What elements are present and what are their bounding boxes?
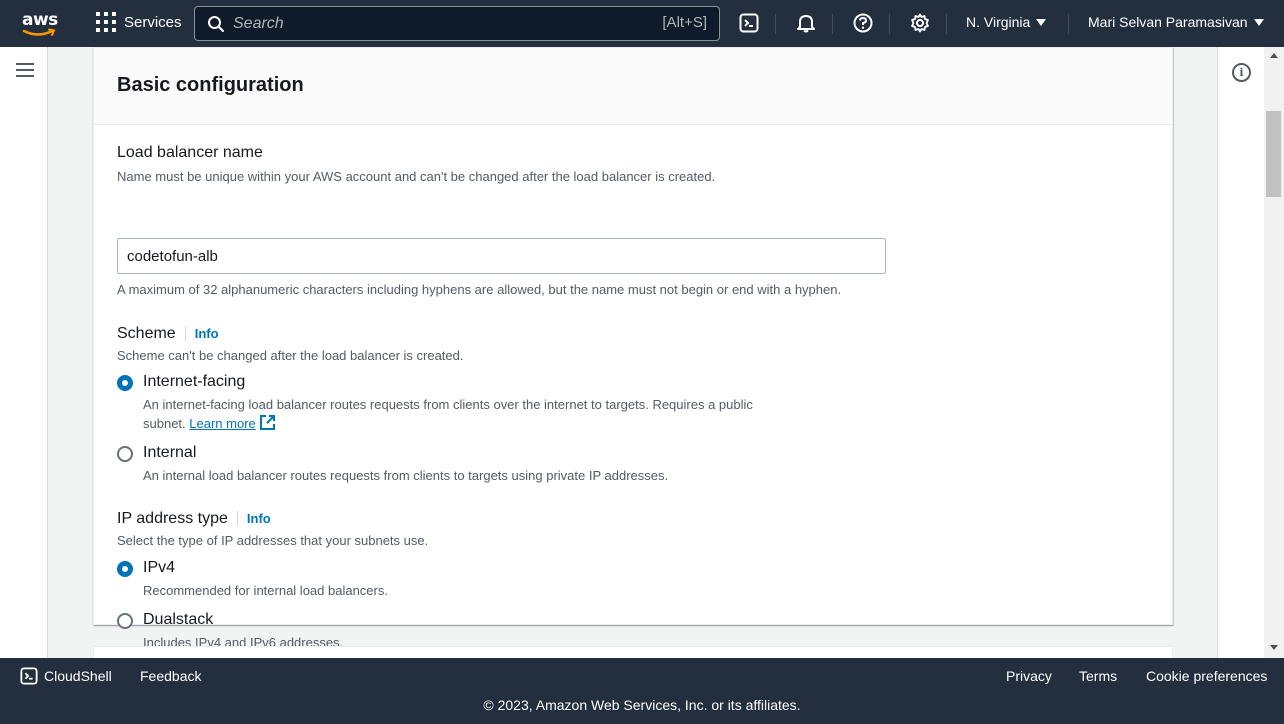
option-label: IPv4 (143, 559, 176, 576)
terms-link[interactable]: Terms (1079, 668, 1117, 684)
services-menu-button[interactable]: Services (96, 12, 182, 32)
terminal-icon (739, 13, 759, 33)
aws-smile-icon (22, 28, 56, 36)
option-label: Internet-facing (143, 373, 246, 390)
search-input[interactable] (233, 14, 633, 33)
scheme-option-internet-facing[interactable]: Internet-facing An internet-facing load … (117, 373, 843, 433)
radio-internal[interactable] (117, 446, 133, 462)
option-label: Dualstack (143, 611, 214, 628)
caret-down-icon (1253, 18, 1264, 26)
question-icon (853, 13, 873, 33)
terminal-icon (20, 667, 38, 685)
cloudshell-label: CloudShell (44, 668, 112, 684)
hamburger-icon[interactable] (16, 63, 34, 77)
right-tools-rail: i (1217, 47, 1264, 658)
option-description: An internal load balancer routes request… (143, 468, 669, 483)
region-selector[interactable]: N. Virginia (966, 14, 1047, 30)
left-navigation-rail (0, 47, 48, 658)
cookie-preferences-link[interactable]: Cookie preferences (1146, 668, 1267, 684)
scheme-header: Scheme Info (117, 325, 219, 343)
nav-divider (1068, 14, 1069, 34)
lb-name-label: Load balancer name (117, 144, 263, 161)
feedback-link[interactable]: Feedback (140, 668, 201, 684)
option-description: Recommended for internal load balancers. (143, 583, 388, 598)
search-icon (208, 15, 224, 32)
ip-type-header: IP address type Info (117, 510, 271, 528)
external-link-icon (260, 415, 276, 430)
scheme-option-internal[interactable]: Internal An internal load balancer route… (117, 444, 843, 485)
next-panel-edge (93, 646, 1173, 658)
user-name: Mari Selvan Paramasivan (1088, 14, 1248, 30)
footer-cloudshell-button[interactable]: CloudShell (20, 667, 112, 685)
copyright-text: © 2023, Amazon Web Services, Inc. or its… (483, 697, 801, 713)
cloudshell-button[interactable] (738, 12, 760, 34)
nav-divider (775, 14, 776, 34)
aws-logo[interactable]: aws (20, 8, 60, 38)
section-title: Basic configuration (117, 74, 304, 96)
option-description: An internet-facing load balancer routes … (143, 397, 753, 431)
load-balancer-name-input[interactable] (117, 238, 886, 274)
scheme-label: Scheme (117, 325, 176, 342)
scroll-up-icon[interactable] (1270, 53, 1278, 58)
notifications-button[interactable] (795, 12, 817, 34)
lb-name-description: Name must be unique within your AWS acco… (117, 169, 716, 184)
privacy-link[interactable]: Privacy (1006, 668, 1052, 684)
bell-icon (797, 15, 815, 33)
nav-divider (832, 14, 833, 34)
console-footer: CloudShell Feedback Privacy Terms Cookie… (0, 658, 1284, 724)
settings-button[interactable] (909, 12, 931, 34)
lb-name-constraint: A maximum of 32 alphanumeric characters … (117, 282, 842, 297)
nav-divider (946, 14, 947, 34)
ip-option-ipv4[interactable]: IPv4 Recommended for internal load balan… (117, 559, 388, 600)
aws-logo-text: aws (22, 10, 58, 30)
ip-type-info-link[interactable]: Info (236, 511, 271, 526)
account-menu[interactable]: Mari Selvan Paramasivan (1088, 14, 1264, 30)
option-label: Internal (143, 444, 197, 461)
basic-configuration-panel: Basic configuration Load balancer name N… (93, 47, 1173, 650)
region-label: N. Virginia (966, 14, 1031, 30)
radio-internet-facing[interactable] (117, 375, 133, 391)
gear-icon (911, 13, 929, 33)
info-icon[interactable]: i (1232, 63, 1251, 82)
scheme-description: Scheme can't be changed after the load b… (117, 348, 464, 363)
page-scrollbar[interactable] (1264, 47, 1284, 658)
ip-type-label: IP address type (117, 510, 228, 527)
services-label: Services (124, 13, 182, 31)
radio-dualstack[interactable] (117, 613, 133, 629)
scheme-info-link[interactable]: Info (184, 326, 219, 341)
grid-icon (96, 12, 116, 32)
support-button[interactable] (852, 12, 874, 34)
top-navigation: aws Services [Alt+S] (0, 0, 1284, 47)
radio-ipv4[interactable] (117, 561, 133, 577)
panel-header: Basic configuration (94, 48, 1172, 125)
nav-divider (889, 14, 890, 34)
learn-more-link[interactable]: Learn more (189, 416, 255, 431)
scroll-down-icon[interactable] (1270, 645, 1278, 650)
search-shortcut: [Alt+S] (662, 14, 707, 31)
search-bar[interactable]: [Alt+S] (194, 6, 720, 41)
scroll-thumb[interactable] (1266, 111, 1281, 197)
caret-down-icon (1036, 18, 1047, 26)
ip-type-description: Select the type of IP addresses that you… (117, 533, 429, 548)
